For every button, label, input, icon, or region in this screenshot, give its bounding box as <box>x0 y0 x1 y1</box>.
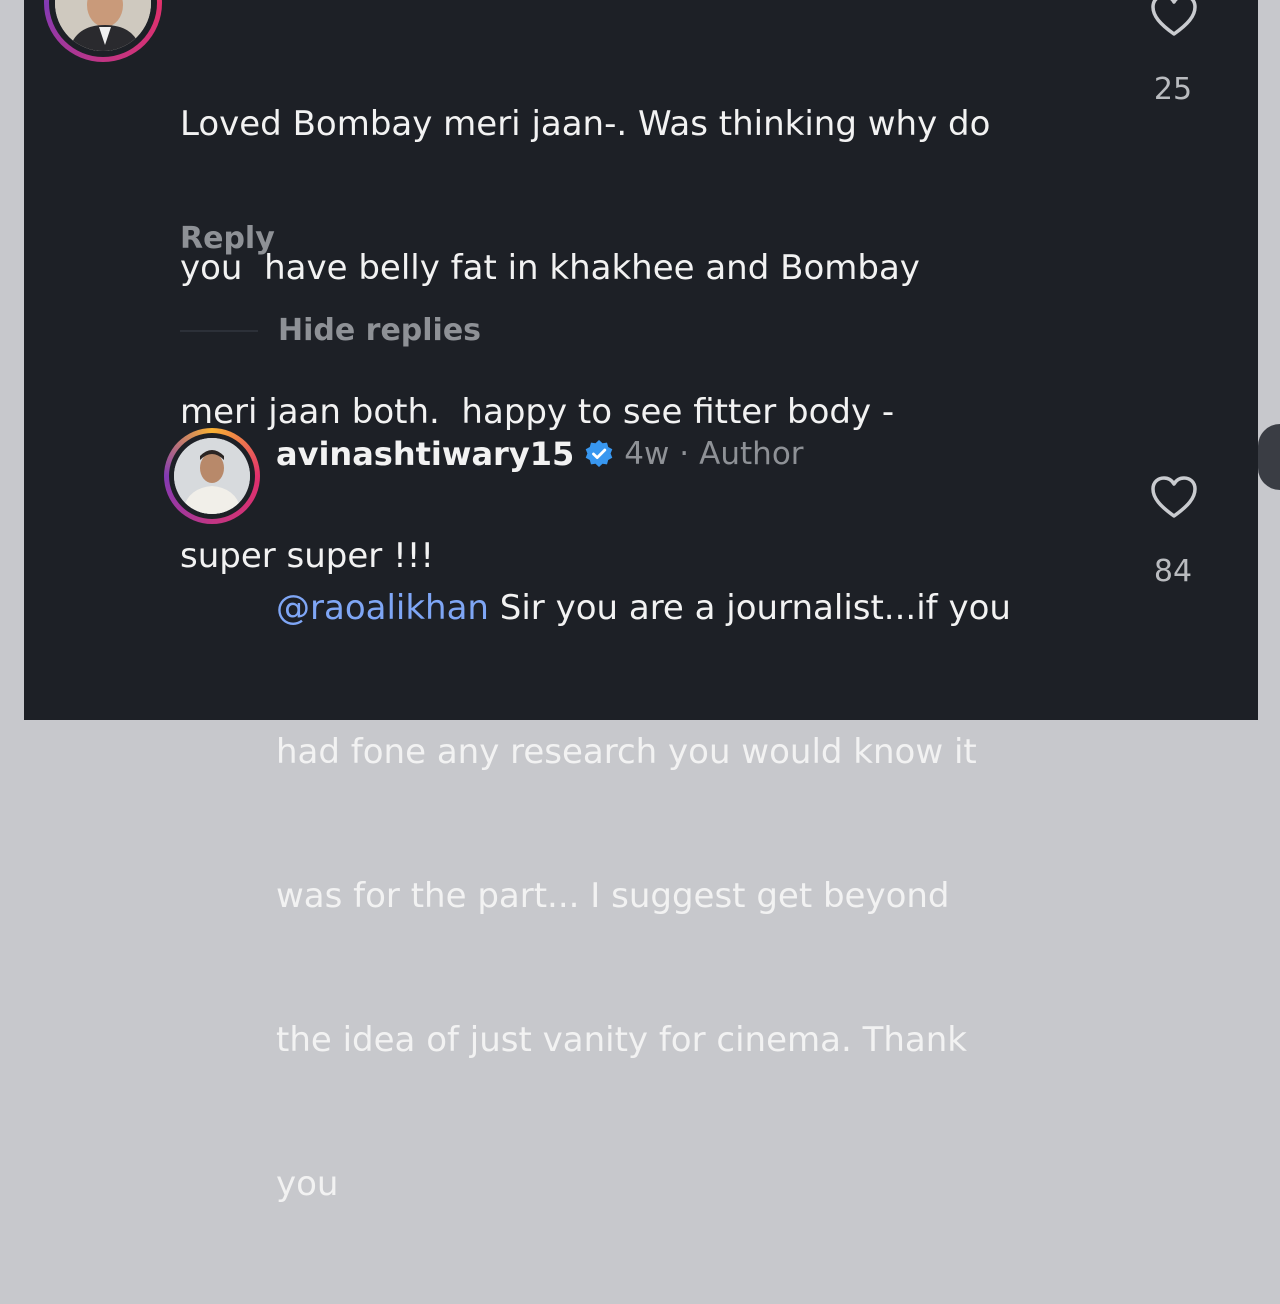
like-count: 84 <box>1153 554 1193 589</box>
author-avatar[interactable] <box>164 428 260 524</box>
reply-line: was for the part... I suggest get beyond <box>276 876 950 916</box>
reply-body: @raoalikhan Sir you are a journalist...i… <box>276 488 1011 1304</box>
reply-header: avinashtiwary15 4w · Author <box>276 432 804 476</box>
verified-badge-icon <box>585 440 613 467</box>
screenshot-frame: Loved Bombay meri jaan-. Was thinking wh… <box>0 0 1280 1204</box>
comment-line: Loved Bombay meri jaan-. Was thinking wh… <box>180 104 991 144</box>
author-label: Author <box>699 436 804 472</box>
replies-divider-line <box>180 330 258 332</box>
reply-line: you <box>276 1164 339 1204</box>
comment-line: you have belly fat in khakhee and Bombay <box>180 248 920 288</box>
meta-separator: · <box>679 436 690 472</box>
reply-button[interactable]: Reply <box>180 221 275 256</box>
like-count: 25 <box>1153 72 1193 107</box>
reply-timestamp: 4w <box>624 436 670 472</box>
reply-line: @raoalikhan Sir you are a journalist...i… <box>276 584 1011 632</box>
scroll-handle[interactable] <box>1258 424 1280 490</box>
author-photo <box>174 438 250 514</box>
reply-line: had fone any research you would know it <box>276 732 977 772</box>
hide-replies-button[interactable]: Hide replies <box>278 313 481 348</box>
heart-outline-icon[interactable] <box>1150 0 1198 38</box>
reply-line-rest: Sir you are a journalist...if you <box>488 588 1011 628</box>
reply-line: the idea of just vanity for cinema. Than… <box>276 1020 967 1060</box>
comment-line: meri jaan both. happy to see fitter body… <box>180 392 895 432</box>
author-username[interactable]: avinashtiwary15 <box>276 435 574 473</box>
heart-outline-icon[interactable] <box>1150 476 1198 520</box>
mention-link[interactable]: @raoalikhan <box>276 588 489 628</box>
